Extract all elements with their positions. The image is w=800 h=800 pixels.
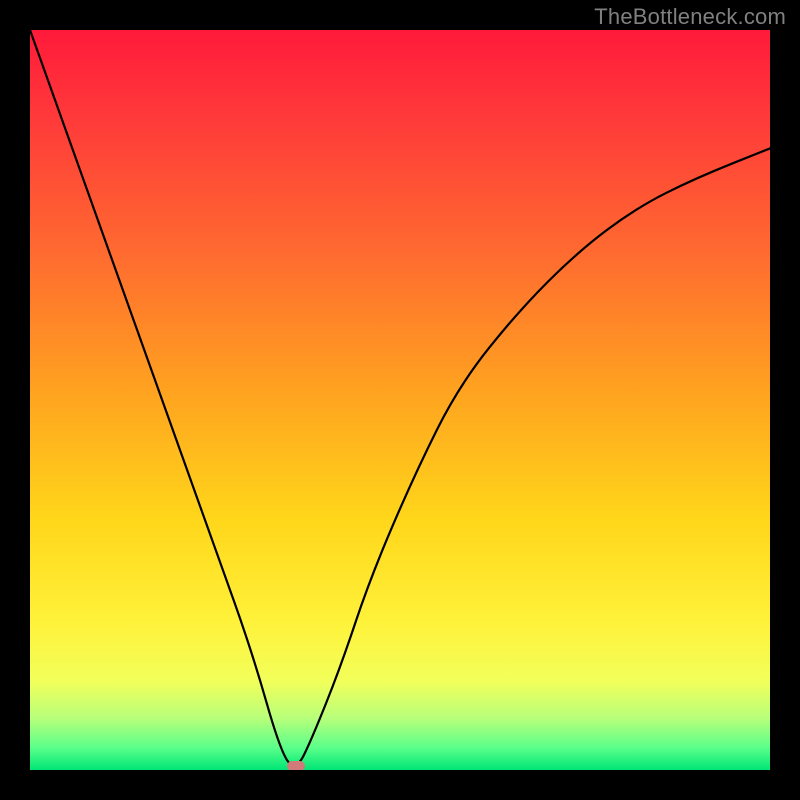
bottleneck-gradient-background	[30, 30, 770, 770]
plot-area	[30, 30, 770, 770]
watermark-text: TheBottleneck.com	[594, 4, 786, 30]
chart-frame: TheBottleneck.com	[0, 0, 800, 800]
minimum-marker	[287, 761, 305, 770]
